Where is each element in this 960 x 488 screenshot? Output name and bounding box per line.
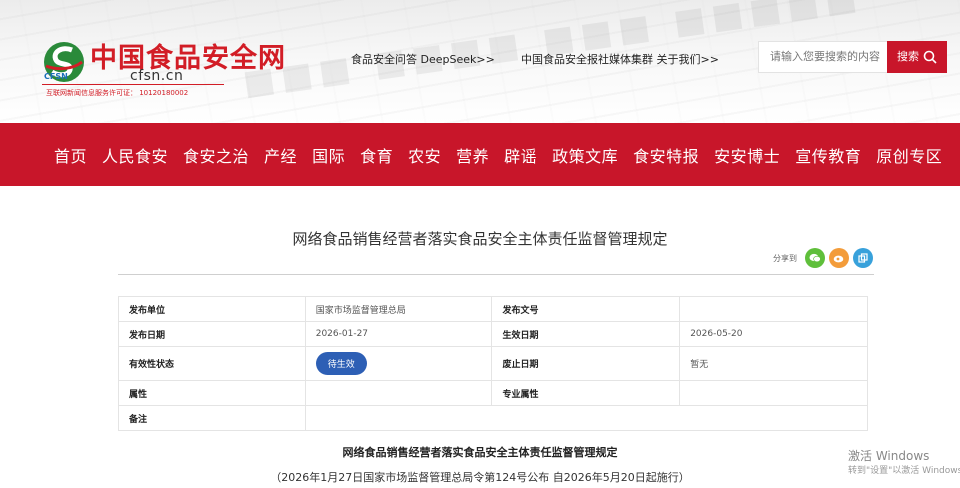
nav-item[interactable]: 人民食安 bbox=[102, 143, 168, 167]
nav-item[interactable]: 国际 bbox=[312, 143, 345, 167]
deepseek-qa-link[interactable]: 食品安全问答 DeepSeek>> bbox=[351, 51, 495, 67]
document-title: 网络食品销售经营者落实食品安全主体责任监督管理规定 bbox=[342, 446, 618, 459]
issuer-value: 国家市场监督管理总局 bbox=[304, 296, 493, 322]
publish-date-value: 2026-01-27 bbox=[304, 321, 493, 347]
title-divider bbox=[118, 274, 874, 275]
nav-item[interactable]: 产经 bbox=[264, 143, 297, 167]
doc-number-label: 发布文号 bbox=[491, 296, 681, 322]
logo-divider bbox=[42, 84, 224, 85]
effective-date-label: 生效日期 bbox=[491, 321, 681, 347]
wechat-share-icon[interactable] bbox=[805, 248, 825, 268]
status-badge: 待生效 bbox=[315, 352, 367, 375]
windows-activation-watermark: 激活 Windows bbox=[848, 449, 930, 463]
search-button[interactable]: 搜索 bbox=[887, 41, 947, 73]
repeal-date-label: 废止日期 bbox=[491, 346, 681, 381]
validity-status-cell: 待生效 bbox=[304, 346, 493, 381]
nav-item[interactable]: 首页 bbox=[54, 143, 87, 167]
nav-item[interactable]: 食安之治 bbox=[183, 143, 249, 167]
issuer-label: 发布单位 bbox=[118, 296, 306, 322]
policy-info-table: 发布单位 国家市场监督管理总局 发布文号 发布日期 2026-01-27 生效日… bbox=[118, 296, 869, 431]
attribute-label: 属性 bbox=[118, 380, 306, 406]
search-input[interactable]: 请输入您要搜索的内容 bbox=[758, 41, 888, 73]
nav-item[interactable]: 原创专区 bbox=[876, 143, 942, 167]
attribute-value bbox=[304, 380, 493, 406]
repeal-date-value: 暂无 bbox=[679, 346, 868, 381]
table-row: 属性 专业属性 bbox=[118, 380, 868, 406]
copy-link-icon[interactable] bbox=[853, 248, 873, 268]
validity-status-label: 有效性状态 bbox=[118, 346, 306, 381]
site-logo[interactable]: 中国食品安全网 cfsn.cn CFSN 互联网新闻信息服务许可证： 10120… bbox=[42, 36, 285, 98]
nav-item[interactable]: 食安特报 bbox=[633, 143, 699, 167]
nav-item[interactable]: 农安 bbox=[408, 143, 441, 167]
table-row: 发布日期 2026-01-27 生效日期 2026-05-20 bbox=[118, 321, 868, 347]
professional-attribute-value bbox=[679, 380, 868, 406]
license-text: 互联网新闻信息服务许可证： 10120180002 bbox=[46, 89, 189, 97]
nav-item[interactable]: 政策文库 bbox=[552, 143, 618, 167]
nav-item[interactable]: 宣传教育 bbox=[795, 143, 861, 167]
doc-number-value bbox=[679, 296, 868, 322]
site-header: ■■■ ■■■■ ■■■ ■■■■■ 中国食品安全网 cfsn.cn CFSN … bbox=[0, 0, 960, 123]
nav-item[interactable]: 辟谣 bbox=[504, 143, 537, 167]
weibo-share-icon[interactable] bbox=[829, 248, 849, 268]
article-title: 网络食品销售经营者落实食品安全主体责任监督管理规定 bbox=[292, 230, 668, 248]
media-about-link[interactable]: 中国食品安全报社媒体集群 关于我们>> bbox=[521, 51, 719, 67]
document-subtitle: （2026年1月27日国家市场监督管理总局令第124号公布 自2026年5月20… bbox=[270, 471, 690, 484]
search-button-label: 搜索 bbox=[897, 50, 919, 63]
publish-date-label: 发布日期 bbox=[118, 321, 306, 347]
nav-items: 首页 人民食安 食安之治 产经 国际 食育 农安 营养 辟谣 政策文库 食安特报 安安博士 宣传教育 原创… bbox=[0, 123, 960, 186]
logo-chinese-text: 中国食品安全网 bbox=[90, 43, 286, 74]
search-icon bbox=[923, 50, 937, 64]
table-row: 有效性状态 待生效 废止日期 暂无 bbox=[118, 346, 868, 381]
windows-activation-hint: 转到"设置"以激活 Windows。 bbox=[848, 466, 960, 476]
main-nav: 首页 人民食安 食安之治 产经 国际 食育 农安 营养 辟谣 政策文库 食安特报 安安博士 宣传教育 原创… bbox=[0, 123, 960, 186]
share-label: 分享到 bbox=[773, 253, 797, 263]
share-bar: 分享到 bbox=[773, 247, 877, 269]
table-row: 发布单位 国家市场监督管理总局 发布文号 bbox=[118, 296, 868, 322]
nav-item[interactable]: 营养 bbox=[456, 143, 489, 167]
nav-item[interactable]: 安安博士 bbox=[714, 143, 780, 167]
logo-abbreviation: CFSN bbox=[44, 72, 68, 81]
remarks-value bbox=[304, 405, 869, 431]
remarks-label: 备注 bbox=[118, 405, 306, 431]
nav-item[interactable]: 食育 bbox=[360, 143, 393, 167]
table-row: 备注 bbox=[118, 405, 869, 431]
professional-attribute-label: 专业属性 bbox=[491, 380, 681, 406]
effective-date-value: 2026-05-20 bbox=[679, 321, 868, 347]
logo-domain-text: cfsn.cn bbox=[130, 68, 184, 84]
